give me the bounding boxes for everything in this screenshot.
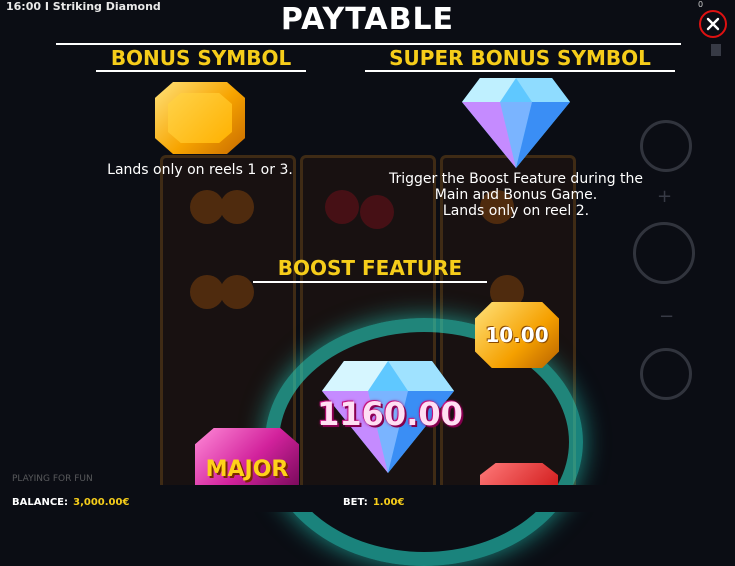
title-divider: [56, 43, 681, 45]
super-bonus-description-line: Trigger the Boost Feature during the: [388, 171, 644, 187]
bet-label: BET:: [343, 497, 368, 508]
spin-icon[interactable]: [633, 222, 695, 284]
bet-value: 1.00€: [372, 497, 405, 508]
sound-icon[interactable]: [711, 44, 721, 56]
super-bonus-description-line: Main and Bonus Game.: [434, 187, 598, 203]
background-fruit-icon: [190, 190, 224, 224]
super-bonus-symbol-heading: SUPER BONUS SYMBOL: [389, 46, 651, 70]
super-bonus-heading-underline: [365, 70, 675, 72]
bonus-orange-gem-face: [168, 93, 232, 143]
super-bonus-diamond-icon: [462, 78, 570, 168]
lightning-icon[interactable]: [640, 120, 692, 172]
background-fruit-icon: [220, 190, 254, 224]
boost-win-amount: 1160.00: [317, 395, 463, 433]
major-jackpot-badge: MAJOR: [195, 428, 299, 486]
boost-heading-underline: [253, 281, 487, 283]
autoplay-icon[interactable]: [640, 348, 692, 400]
major-jackpot-label: MAJOR: [205, 457, 289, 482]
bet-display: BET: 1.00€: [343, 490, 404, 509]
balance-label: BALANCE:: [12, 497, 69, 508]
gold-value-badge: 10.00: [475, 302, 559, 368]
gold-value-text: 10.00: [485, 323, 549, 347]
bonus-heading-underline: [96, 70, 306, 72]
super-bonus-description: Trigger the Boost Feature during the Mai…: [366, 171, 666, 219]
playing-for-fun-label: PLAYING FOR FUN: [12, 474, 93, 484]
balance-display: BALANCE: 3,000.00€: [12, 490, 129, 509]
background-cherry-icon: [325, 190, 359, 224]
background-fruit-icon: [190, 275, 224, 309]
minus-icon[interactable]: −: [659, 306, 674, 327]
bonus-symbol-description: Lands only on reels 1 or 3.: [107, 162, 293, 178]
boost-feature-heading: BOOST FEATURE: [277, 256, 463, 280]
background-fruit-icon: [220, 275, 254, 309]
bonus-symbol-heading: BONUS SYMBOL: [110, 46, 292, 70]
page-title: PAYTABLE: [280, 2, 455, 37]
balance-value: 3,000.00€: [73, 497, 130, 508]
super-bonus-description-line: Lands only on reel 2.: [442, 203, 590, 219]
